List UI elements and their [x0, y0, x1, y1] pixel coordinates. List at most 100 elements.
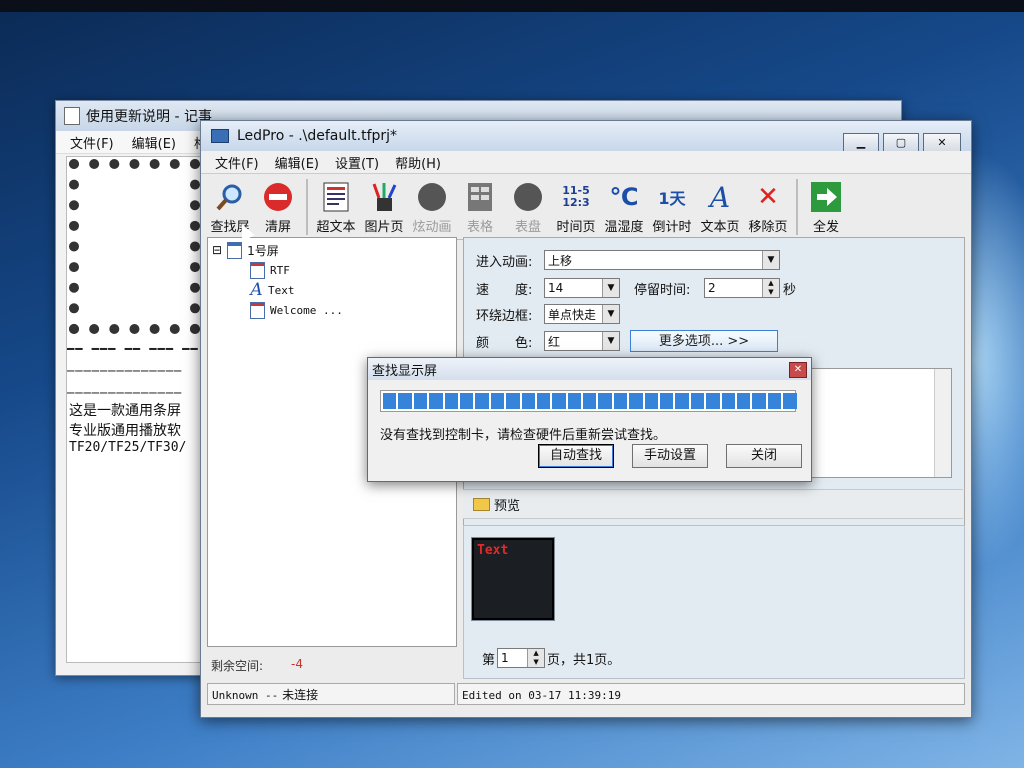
status-edited: Edited on 03-17 11:39:19 — [457, 683, 965, 705]
dialog-close-button[interactable]: 关闭 — [726, 444, 802, 468]
tree-item[interactable]: Welcome ... — [208, 300, 456, 320]
dialog-title-bar[interactable]: 查找显示屏 — [368, 358, 811, 380]
notepad-menu-file[interactable]: 文件(F) — [70, 133, 114, 152]
image-page-label: 图片页 — [364, 220, 404, 235]
menu-edit[interactable]: 编辑(E) — [275, 153, 319, 172]
text-a-icon: A — [250, 280, 263, 300]
progress-fill — [383, 393, 797, 409]
enter-animation-label: 进入动画: — [476, 254, 533, 270]
progress-segment — [383, 393, 397, 409]
clear-screen-label: 清屏 — [264, 220, 291, 235]
preview-header[interactable]: 预览 — [463, 489, 963, 519]
stay-time-stepper[interactable]: 2 ▲ ▼ — [704, 278, 780, 298]
countdown-button[interactable]: 1天 倒计时 — [649, 177, 695, 239]
chevron-down-icon: ▼ — [602, 279, 619, 297]
notepad-line: 这是一款通用条屏 — [69, 403, 181, 419]
notepad-text-area[interactable]: ━━ ━━━ ━━ ━━━ ━━ ────────────── ────────… — [66, 156, 203, 663]
chevron-down-icon: ▼ — [602, 332, 619, 350]
dial-button[interactable]: 表盘 — [505, 177, 551, 239]
rich-text-button[interactable]: 超文本 — [313, 177, 359, 239]
enter-animation-value: 上移 — [548, 253, 573, 268]
color-select[interactable]: 红 ▼ — [544, 331, 620, 351]
chevron-down-icon: ▼ — [602, 305, 619, 323]
notepad-menu-edit[interactable]: 编辑(E) — [132, 133, 176, 152]
dialog-close-icon[interactable]: ✕ — [789, 362, 807, 378]
menu-help[interactable]: 帮助(H) — [395, 153, 441, 172]
send-all-button[interactable]: 全发 — [803, 177, 849, 239]
status-connection-code: Unknown -- — [212, 689, 279, 702]
screen-icon — [227, 241, 243, 259]
speed-select[interactable]: 14 ▼ — [544, 278, 620, 298]
spin-arrows-icon[interactable]: ▲ ▼ — [762, 279, 779, 297]
border-select[interactable]: 单点快走 ▼ — [544, 304, 620, 324]
remaining-space-value: -4 — [291, 657, 304, 671]
led-preview: Text — [471, 537, 555, 621]
menu-settings[interactable]: 设置(T) — [335, 153, 379, 172]
temp-humidity-button[interactable]: ℃ 温湿度 — [601, 177, 647, 239]
border-value: 单点快走 — [548, 307, 597, 322]
progress-segment — [552, 393, 566, 409]
menu-bar: 文件(F) 编辑(E) 设置(T) 帮助(H) — [201, 151, 971, 174]
dialog-message: 没有查找到控制卡，请检查硬件后重新尝试查找。 — [380, 428, 667, 443]
rich-text-doc-icon — [250, 301, 265, 319]
progress-segment — [767, 393, 782, 409]
clear-screen-button[interactable]: 清屏 — [255, 177, 301, 239]
table-button[interactable]: 表格 — [457, 177, 503, 239]
celsius-icon: ℃ — [609, 183, 639, 211]
notepad-title: 使用更新说明 - 记事 — [86, 109, 212, 125]
progress-segment — [475, 393, 489, 409]
animation-button[interactable]: 炫动画 — [409, 177, 455, 239]
tree-item-label: Welcome ... — [270, 303, 343, 317]
more-options-button[interactable]: 更多选项... >> — [630, 330, 778, 352]
temp-humidity-label: 温湿度 — [604, 220, 644, 235]
time-page-button[interactable]: 11-5 12:3 时间页 — [553, 177, 599, 239]
magnifier-icon — [215, 182, 245, 212]
spin-arrows-icon[interactable]: ▲ ▼ — [527, 649, 545, 667]
progress-segment — [613, 393, 628, 409]
progress-segment — [583, 393, 597, 409]
remove-page-label: 移除页 — [748, 220, 788, 235]
enter-animation-select[interactable]: 上移 ▼ — [544, 250, 780, 270]
minimize-button[interactable]: ▁ — [843, 133, 879, 153]
auto-find-button[interactable]: 自动查找 — [538, 444, 614, 468]
notepad-line: TF20/TF25/TF30/ — [69, 440, 187, 455]
tree-item-label: Text — [268, 283, 295, 297]
progress-segment — [536, 393, 551, 409]
close-window-button[interactable]: ✕ — [923, 133, 961, 153]
remove-page-button[interactable]: ✕ 移除页 — [745, 177, 791, 239]
enter-animation-row: 进入动画: 上移 ▼ — [476, 250, 780, 270]
text-page-label: 文本页 — [700, 220, 740, 235]
search-progress-bar — [380, 390, 797, 412]
tree-item[interactable]: RTF — [208, 260, 456, 280]
notepad-line: 专业版通用播放软 — [69, 423, 181, 439]
dial-label: 表盘 — [514, 220, 541, 235]
pager: 第 1 ▲ ▼ 页，共1页。 — [482, 648, 620, 668]
time-page-label: 时间页 — [556, 220, 596, 235]
find-display-dialog[interactable]: 查找显示屏 ✕ 没有查找到控制卡，请检查硬件后重新尝试查找。 自动查找 手动设置… — [367, 357, 812, 482]
page-stepper[interactable]: 1 ▲ ▼ — [497, 648, 546, 668]
toolbar-separator — [306, 179, 308, 235]
speed-value: 14 — [548, 281, 564, 295]
tree-collapse-icon[interactable]: ⊟ — [212, 243, 222, 257]
text-a-icon: A — [709, 180, 731, 214]
stay-time-label: 停留时间: — [634, 282, 691, 298]
remaining-space-label: 剩余空间: — [211, 659, 264, 673]
border-label: 环绕边框: — [476, 308, 533, 324]
scrollbar[interactable] — [934, 369, 951, 477]
image-page-button[interactable]: 图片页 — [361, 177, 407, 239]
color-label: 颜 色: — [476, 335, 533, 351]
progress-segment — [721, 393, 735, 409]
tree-item[interactable]: A Text — [208, 280, 456, 300]
manual-setup-button[interactable]: 手动设置 — [632, 444, 708, 468]
preview-label: 预览 — [494, 498, 521, 514]
tree-root[interactable]: ⊟ 1号屏 — [208, 240, 456, 260]
menu-file[interactable]: 文件(F) — [215, 153, 259, 172]
monitor-bezel — [0, 0, 1024, 12]
preview-area: Text 第 1 ▲ ▼ 页，共1页。 — [463, 525, 965, 679]
folder-icon — [473, 497, 490, 511]
stay-time-unit: 秒 — [783, 282, 797, 298]
maximize-button[interactable]: ▢ — [883, 133, 919, 153]
text-page-button[interactable]: A 文本页 — [697, 177, 743, 239]
pager-prefix: 第 — [482, 652, 496, 668]
progress-segment — [644, 393, 659, 409]
